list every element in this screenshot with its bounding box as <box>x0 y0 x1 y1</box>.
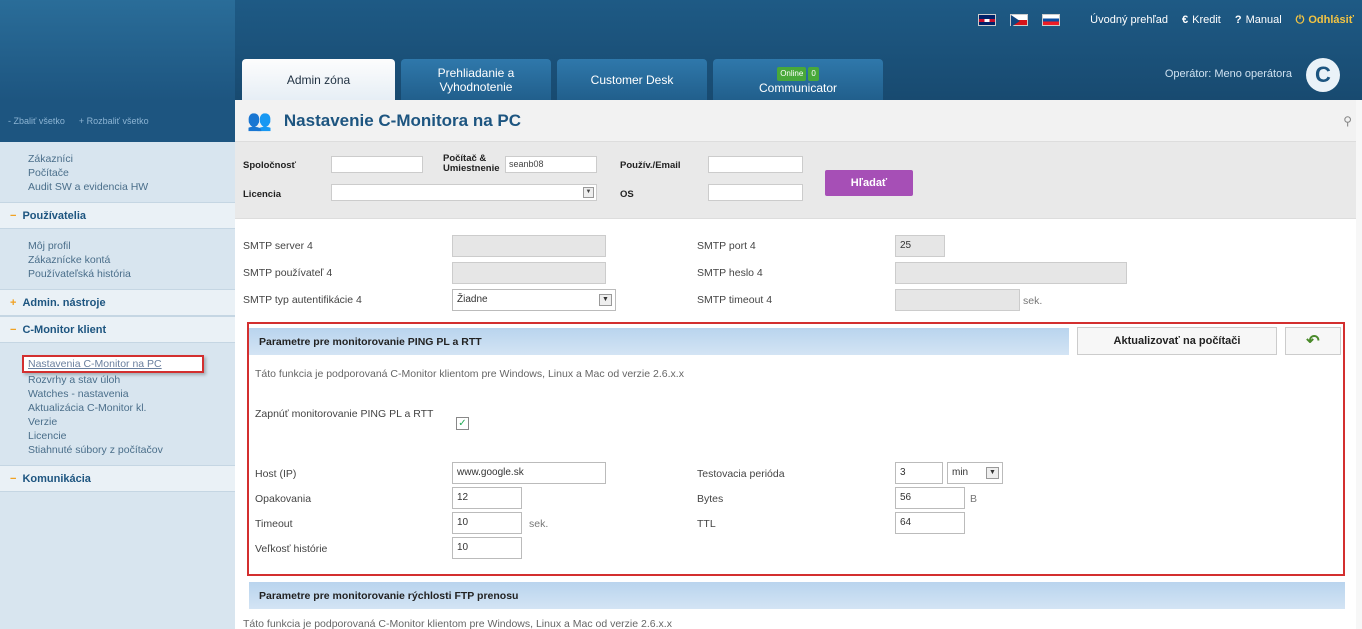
users-header-label: Používatelia <box>22 209 87 222</box>
uk-flag-icon[interactable] <box>978 14 997 26</box>
communicator-label: Communicator <box>758 80 838 95</box>
license-select[interactable]: ▼ <box>331 184 597 201</box>
sidebar-item-downloads[interactable]: Stiahnuté súbory z počítačov <box>28 443 235 457</box>
sidebar-header-users[interactable]: − Používatelia <box>0 202 235 229</box>
sidebar-header-communication[interactable]: − Komunikácia <box>0 465 235 492</box>
sidebar-item-customer-accounts[interactable]: Zákaznícke kontá <box>28 253 235 267</box>
sidebar-group-users: Môj profil Zákaznícke kontá Používateľsk… <box>0 229 235 289</box>
sidebar-item-licenses[interactable]: Licencie <box>28 429 235 443</box>
credit-label: Kredit <box>1192 14 1221 26</box>
online-label: Online <box>777 66 807 81</box>
ftp-description: Táto funkcia je podporovaná C-Monitor kl… <box>243 618 672 629</box>
chevron-down-icon: ▼ <box>583 187 594 198</box>
smtp-auth-label: SMTP typ autentifikácie 4 <box>243 294 362 306</box>
expand-all-label: Rozbaliť všetko <box>86 116 149 126</box>
euro-icon: € <box>1181 14 1189 26</box>
smtp-timeout-label: SMTP timeout 4 <box>697 294 773 306</box>
scrollbar[interactable] <box>1356 100 1362 629</box>
cmon-header-label: C-Monitor klient <box>22 323 107 336</box>
page-titlebar: 👥 Nastavenie C-Monitora na PC ⚲ <box>235 100 1362 142</box>
logout-link[interactable]: ⏻ Odhlásiť <box>1296 14 1354 27</box>
users-icon: 👥 <box>247 110 272 132</box>
smtp-user-input[interactable] <box>452 262 606 284</box>
page-title: Nastavenie C-Monitora na PC <box>283 110 522 130</box>
sidebar-item-versions[interactable]: Verzie <box>28 415 235 429</box>
power-icon: ⏻ <box>1295 13 1305 26</box>
tab-admin-zone[interactable]: Admin zóna <box>242 59 395 100</box>
sidebar-item-update[interactable]: Aktualizácia C-Monitor kl. <box>28 401 235 415</box>
sidebar-toolbar: - Zbaliť všetko + Rozbaliť všetko <box>0 100 235 142</box>
manual-label: Manual <box>1245 14 1282 26</box>
sidebar-item-audit[interactable]: Audit SW a evidencia HW <box>28 180 235 194</box>
sidebar-item-user-history[interactable]: Používateľská história <box>28 267 235 281</box>
cz-flag-icon[interactable] <box>1010 14 1029 27</box>
top-links: Úvodný prehľad € Kredit ? Manual ⏻ Odhlásiť <box>978 0 1362 40</box>
c-logo-icon: C <box>1306 58 1340 92</box>
user-email-input[interactable] <box>708 156 803 173</box>
online-count: 0 <box>808 66 819 81</box>
smtp-password-input[interactable] <box>895 262 1127 284</box>
sidebar-item-my-profile[interactable]: Môj profil <box>28 239 235 253</box>
tab-customer-desk[interactable]: Customer Desk <box>557 59 707 100</box>
smtp-timeout-unit: sek. <box>1023 295 1043 307</box>
sk-flag-icon[interactable] <box>1042 14 1061 26</box>
sidebar-item-computers[interactable]: Počítače <box>28 166 235 180</box>
chevron-down-icon: ▼ <box>599 294 612 306</box>
smtp-auth-value: Žiadne <box>457 294 488 305</box>
ftp-section-header: Parametre pre monitorovanie rýchlosti FT… <box>249 582 1345 609</box>
smtp-server-input[interactable] <box>452 235 606 257</box>
logo-area <box>0 0 235 100</box>
smtp-port-label: SMTP port 4 <box>697 240 756 252</box>
logout-label: Odhlásiť <box>1308 14 1354 26</box>
computer-input[interactable]: seanb08 <box>505 156 597 173</box>
os-label: OS <box>620 189 634 200</box>
credit-link[interactable]: € Kredit <box>1182 14 1221 26</box>
sidebar: - Zbaliť všetko + Rozbaliť všetko Zákazn… <box>0 100 235 629</box>
user-email-label: Použív./Email <box>620 160 681 171</box>
minus-icon: − <box>10 209 17 222</box>
smtp-timeout-input[interactable] <box>895 289 1020 311</box>
computer-label: Počítač & Umiestnenie <box>443 153 500 174</box>
smtp-password-label: SMTP heslo 4 <box>697 267 763 279</box>
license-label: Licencia <box>243 189 282 200</box>
main-tabs: Admin zóna Prehliadanie a Vyhodnotenie C… <box>242 59 883 100</box>
highlight-frame <box>247 322 1345 576</box>
search-icon[interactable]: ⚲ <box>1343 114 1352 128</box>
online-badge: Online 0 <box>777 66 819 81</box>
smtp-server-label: SMTP server 4 <box>243 240 313 252</box>
search-button[interactable]: Hľadať <box>825 170 913 196</box>
main-content: 👥 Nastavenie C-Monitora na PC ⚲ Spoločno… <box>235 100 1362 629</box>
sidebar-group-main: Zákazníci Počítače Audit SW a evidencia … <box>0 142 235 202</box>
plus-icon: + <box>10 296 17 309</box>
filter-panel: Spoločnosť Počítač & Umiestnenie seanb08… <box>235 142 1362 219</box>
expand-all-link[interactable]: + Rozbaliť všetko <box>79 116 149 126</box>
minus-icon: − <box>10 323 17 336</box>
tab-browsing[interactable]: Prehliadanie a Vyhodnotenie <box>401 59 551 100</box>
sidebar-item-watches[interactable]: Watches - nastavenia <box>28 387 235 401</box>
admin-header-label: Admin. nástroje <box>22 296 106 309</box>
company-input[interactable] <box>331 156 423 173</box>
plus-icon: + <box>78 116 87 126</box>
sidebar-item-customers[interactable]: Zákazníci <box>28 152 235 166</box>
smtp-auth-select[interactable]: Žiadne ▼ <box>452 289 616 311</box>
sidebar-header-cmonitor[interactable]: − C-Monitor klient <box>0 316 235 343</box>
overview-link[interactable]: Úvodný prehľad <box>1090 14 1168 26</box>
manual-link[interactable]: ? Manual <box>1235 14 1282 26</box>
collapse-all-link[interactable]: - Zbaliť všetko <box>8 116 65 126</box>
smtp-user-label: SMTP používateľ 4 <box>243 267 333 279</box>
comm-header-label: Komunikácia <box>22 472 91 485</box>
question-icon: ? <box>1234 14 1242 26</box>
os-input[interactable] <box>708 184 803 201</box>
sidebar-item-schedules[interactable]: Rozvrhy a stav úloh <box>28 373 235 387</box>
minus-icon: − <box>10 472 17 485</box>
collapse-all-label: Zbaliť všetko <box>13 116 65 126</box>
sidebar-group-cmonitor: Nastavenia C-Monitor na PC Rozvrhy a sta… <box>0 343 235 465</box>
sidebar-item-cmonitor-settings[interactable]: Nastavenia C-Monitor na PC <box>22 355 204 373</box>
top-header: Úvodný prehľad € Kredit ? Manual ⏻ Odhlásiť… <box>0 0 1362 100</box>
smtp-port-input[interactable]: 25 <box>895 235 945 257</box>
operator-name: Operátor: Meno operátora <box>1164 68 1292 80</box>
tab-communicator[interactable]: Online 0 Communicator <box>713 59 883 100</box>
company-label: Spoločnosť <box>243 160 297 171</box>
sidebar-header-admin-tools[interactable]: + Admin. nástroje <box>0 289 235 316</box>
